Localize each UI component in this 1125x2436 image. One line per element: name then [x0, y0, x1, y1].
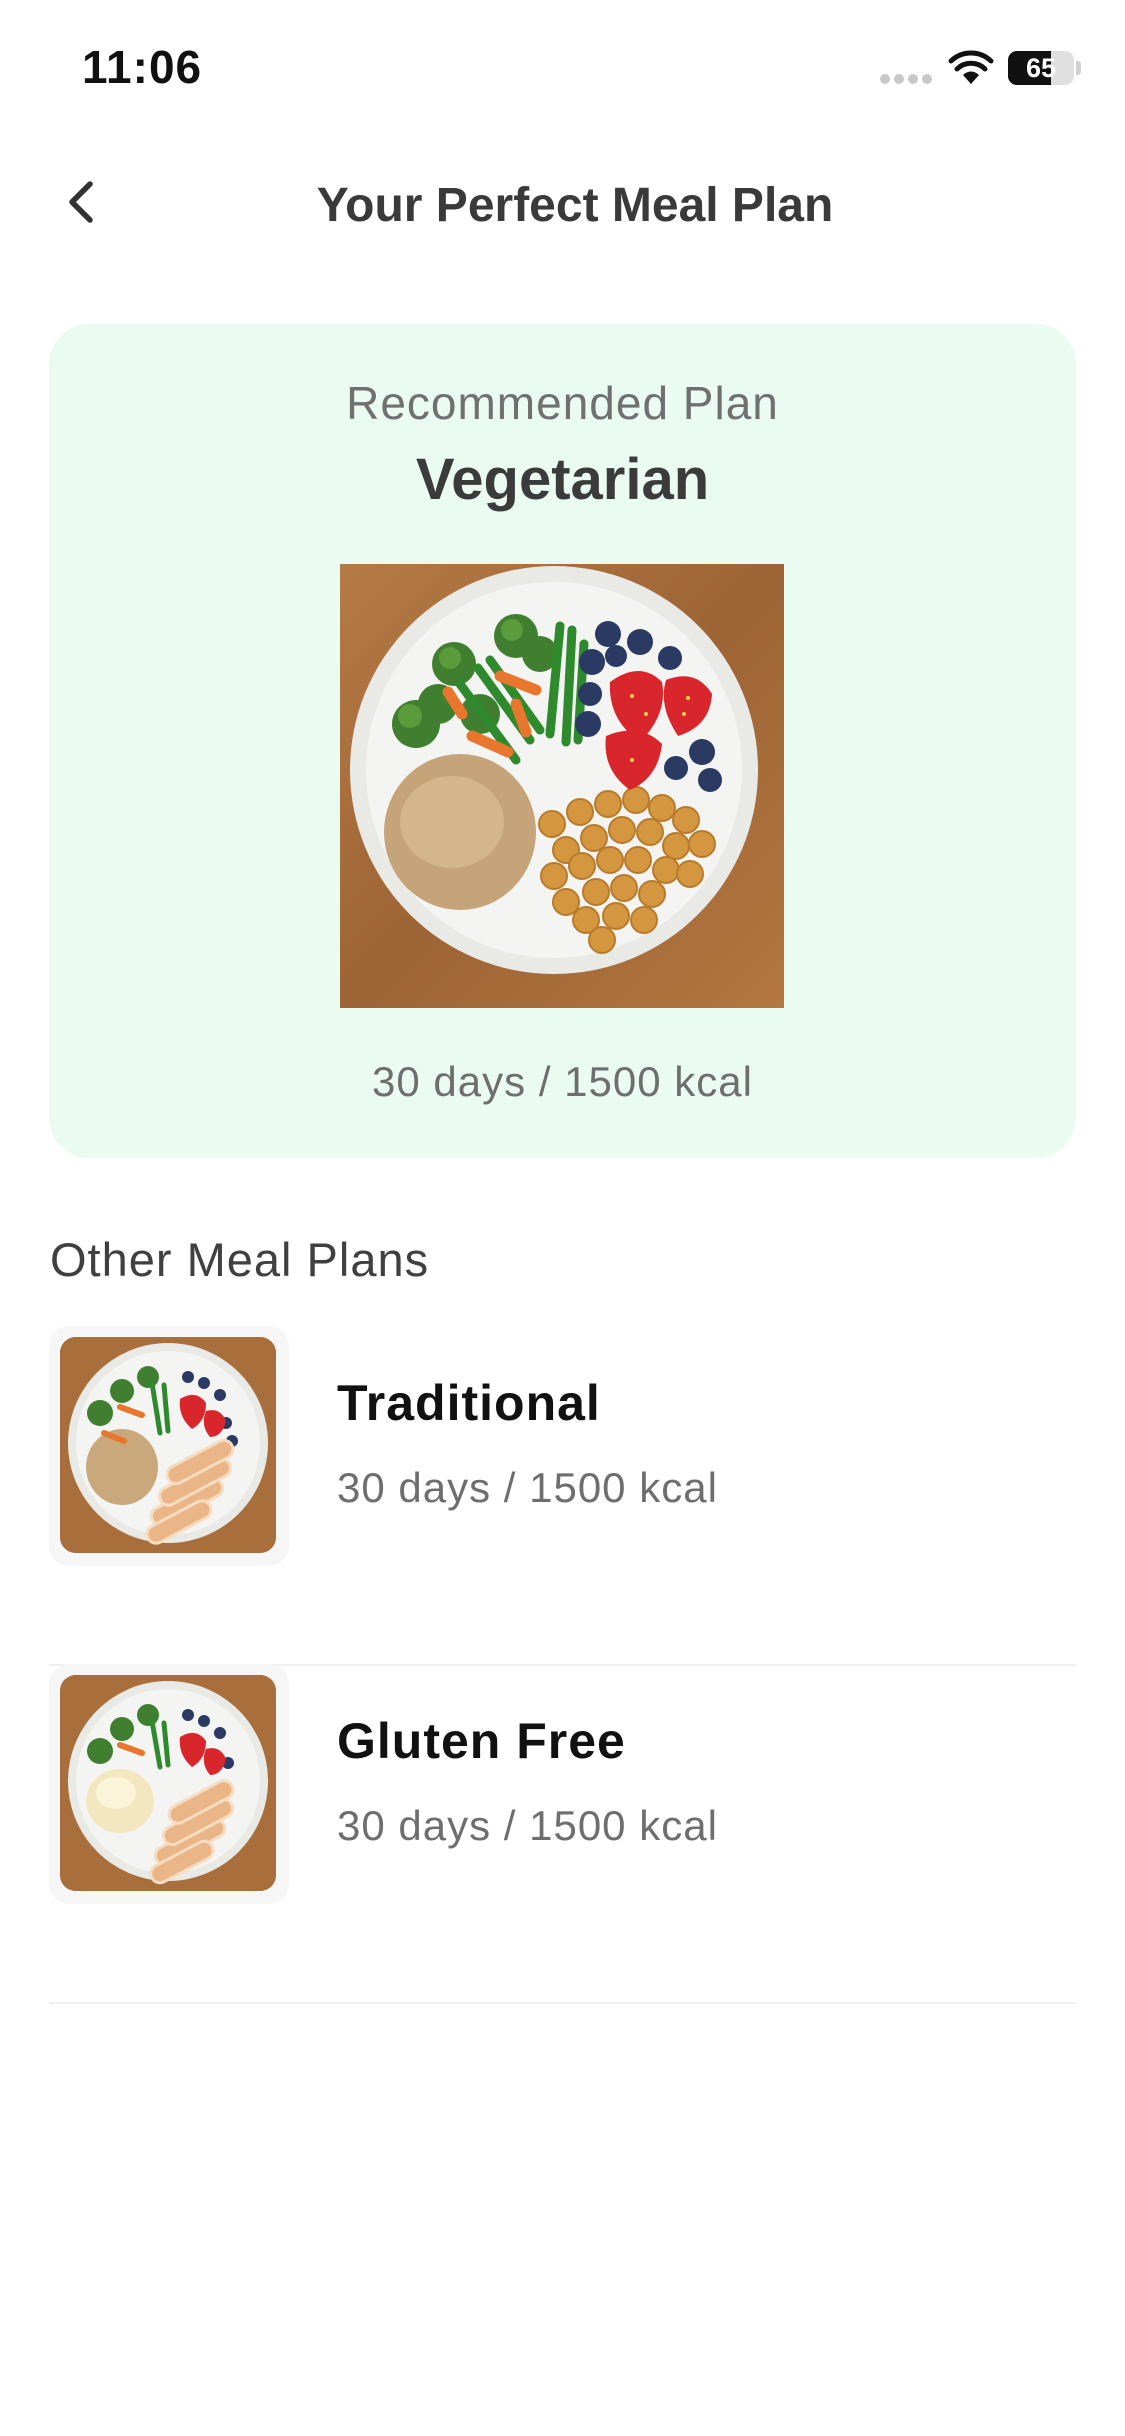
recommended-plan-name: Vegetarian	[415, 447, 710, 512]
status-time: 11:06	[82, 41, 203, 93]
traditional-plate-image	[60, 1337, 276, 1553]
page-title: Your Perfect Meal Plan	[316, 179, 834, 232]
gluten-free-plate-image	[60, 1675, 276, 1891]
vegetarian-plate-image	[340, 564, 784, 1008]
meal-plan-screen: 11:06 65 Your Perfect Meal Plan Recommen…	[0, 0, 1125, 2436]
row-divider	[49, 2002, 1076, 2004]
recommended-plan-label: Recommended Plan	[346, 377, 779, 429]
plan-thumb-frame	[49, 1326, 289, 1566]
status-bar: 11:06 65	[0, 0, 1125, 140]
other-plans-title: Other Meal Plans	[50, 1233, 430, 1286]
plan-row-gluten-free[interactable]: Gluten Free 30 days / 1500 kcal	[49, 1664, 1076, 2004]
battery-icon: 65	[1008, 51, 1074, 85]
wifi-icon	[948, 50, 994, 84]
plan-thumb-frame	[49, 1664, 289, 1904]
recommended-plan-card[interactable]: Recommended Plan Vegetarian 30 days / 15…	[49, 324, 1076, 1158]
battery-percent: 65	[1025, 53, 1057, 83]
battery-tip	[1076, 61, 1081, 75]
plan-name: Gluten Free	[337, 1713, 626, 1769]
plan-meta: 30 days / 1500 kcal	[337, 1802, 718, 1849]
plan-row-traditional[interactable]: Traditional 30 days / 1500 kcal	[49, 1326, 1076, 1666]
cellular-signal-icon	[880, 74, 934, 86]
plan-meta: 30 days / 1500 kcal	[337, 1464, 718, 1511]
recommended-plan-meta: 30 days / 1500 kcal	[372, 1058, 753, 1105]
plan-name: Traditional	[337, 1375, 601, 1431]
